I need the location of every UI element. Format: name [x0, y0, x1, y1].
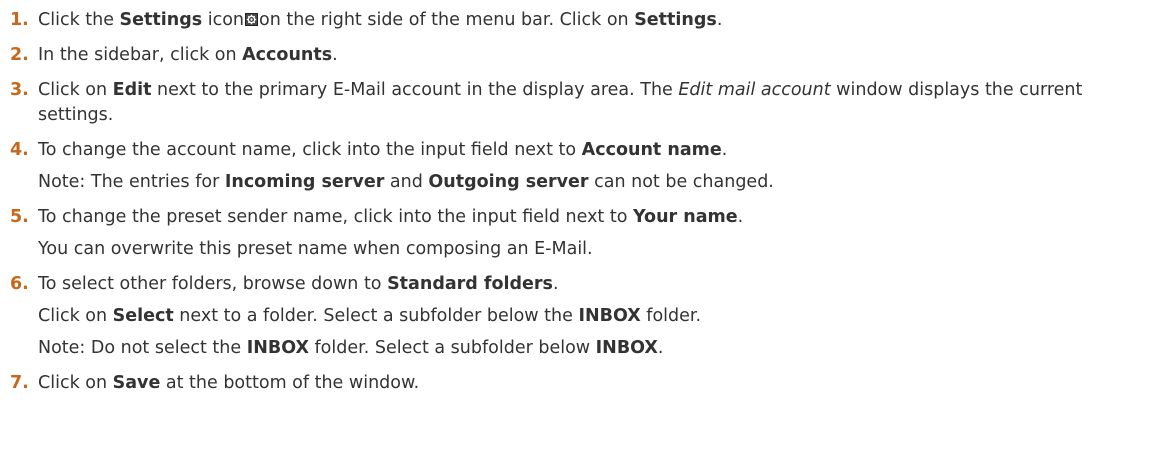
step-text-segment: To select other folders, browse down to — [38, 274, 388, 294]
instruction-steps: 1. Click the Settings icon on the right si… — [10, 8, 1150, 406]
step-text: Click on Edit next to the primary E-Mail… — [38, 78, 1150, 128]
step-text-segment: Click on — [38, 80, 113, 100]
ui-term: Incoming server — [224, 172, 385, 192]
step-text: To change the preset sender name, click … — [38, 205, 1150, 262]
ui-term: Save — [112, 373, 161, 393]
step-text: To change the account name, click into t… — [38, 138, 1150, 195]
step-number: 7. — [10, 373, 29, 393]
step-text-segment: next to the primary E-Mail account in th… — [151, 80, 679, 100]
step-text-segment: next to a folder. Select a subfolder bel… — [173, 306, 579, 326]
step-text-segment: icon — [202, 10, 245, 30]
ui-term: Accounts — [242, 45, 333, 65]
step-text-segment: can not be changed. — [588, 172, 774, 192]
step-number: 6. — [10, 274, 29, 294]
step-item: 1. Click the Settings icon on the right si… — [10, 8, 1150, 33]
step-line: Click on Edit next to the primary E-Mail… — [38, 78, 1150, 128]
step-line: Note: The entries for Incoming server an… — [38, 170, 1150, 195]
step-line: Click on Save at the bottom of the windo… — [38, 371, 1150, 396]
step-text-segment: on the right side of the menu bar. Click… — [259, 10, 635, 30]
step-item: 6. To select other folders, browse down t… — [10, 272, 1150, 361]
step-item: 7. Click on Save at the bottom of the win… — [10, 371, 1150, 396]
step-text-segment: folder. — [640, 306, 702, 326]
step-text-segment: To change the account name, click into t… — [38, 140, 582, 160]
step-text-segment: Click on — [38, 373, 113, 393]
step-text-segment: . — [552, 274, 559, 294]
step-text-segment: In the sidebar, click on — [38, 45, 243, 65]
step-text: Click the Settings icon on the right side… — [38, 8, 1150, 33]
ui-term: Account name — [581, 140, 722, 160]
step-number: 3. — [10, 80, 29, 100]
step-line: To change the preset sender name, click … — [38, 205, 1150, 230]
step-text-segment: Click on — [38, 306, 113, 326]
step-line: You can overwrite this preset name when … — [38, 237, 1150, 262]
step-line: To select other folders, browse down to … — [38, 272, 1150, 297]
step-number: 4. — [10, 140, 29, 160]
ui-term: Standard folders — [387, 274, 553, 294]
step-text-segment: . — [716, 10, 723, 30]
step-text-segment: . — [332, 45, 338, 65]
step-line: In the sidebar, click on Accounts. — [38, 43, 1150, 68]
step-text-segment: . — [737, 207, 744, 227]
ui-term: INBOX — [578, 306, 641, 326]
step-text-segment: and — [384, 172, 429, 192]
ui-term: Settings — [119, 10, 203, 30]
step-text: To select other folders, browse down to … — [38, 272, 1150, 361]
step-line: To change the account name, click into t… — [38, 138, 1150, 163]
step-line: Click the Settings icon on the right side… — [38, 8, 1150, 33]
step-text-segment: . — [721, 140, 728, 160]
gear-icon — [245, 9, 259, 26]
step-text-segment: folder. Select a subfolder below — [308, 338, 596, 358]
step-item: 5. To change the preset sender name, clic… — [10, 205, 1150, 262]
step-text-segment: Note: Do not select the — [38, 338, 247, 358]
ui-term: Settings — [634, 10, 717, 30]
step-text: Click on Save at the bottom of the windo… — [38, 371, 1150, 396]
ui-term: Select — [112, 306, 174, 326]
ui-term: INBOX — [595, 338, 658, 358]
step-number: 2. — [10, 45, 29, 65]
step-line: Click on Select next to a folder. Select… — [38, 304, 1150, 329]
step-item: 4. To change the account name, click into… — [10, 138, 1150, 195]
step-item: 3. Click on Edit next to the primary E-Ma… — [10, 78, 1150, 128]
step-number: 1. — [10, 10, 29, 30]
step-text: In the sidebar, click on Accounts. — [38, 43, 1150, 68]
step-line: Note: Do not select the INBOX folder. Se… — [38, 336, 1150, 361]
step-number: 5. — [10, 207, 29, 227]
step-text-segment: You can overwrite this preset name when … — [38, 239, 593, 259]
step-text-segment: . — [657, 338, 664, 358]
step-item: 2. In the sidebar, click on Accounts. — [10, 43, 1150, 68]
step-text-segment: Note: The entries for — [38, 172, 225, 192]
ui-term: INBOX — [246, 338, 309, 358]
window-title: Edit mail account — [678, 80, 831, 100]
step-text-segment: Click the — [38, 10, 120, 30]
step-text-segment: at the bottom of the window. — [160, 373, 420, 393]
ui-term: Your name — [632, 207, 738, 227]
ui-term: Edit — [112, 80, 152, 100]
ui-term: Outgoing server — [428, 172, 589, 192]
step-text-segment: To change the preset sender name, click … — [38, 207, 633, 227]
